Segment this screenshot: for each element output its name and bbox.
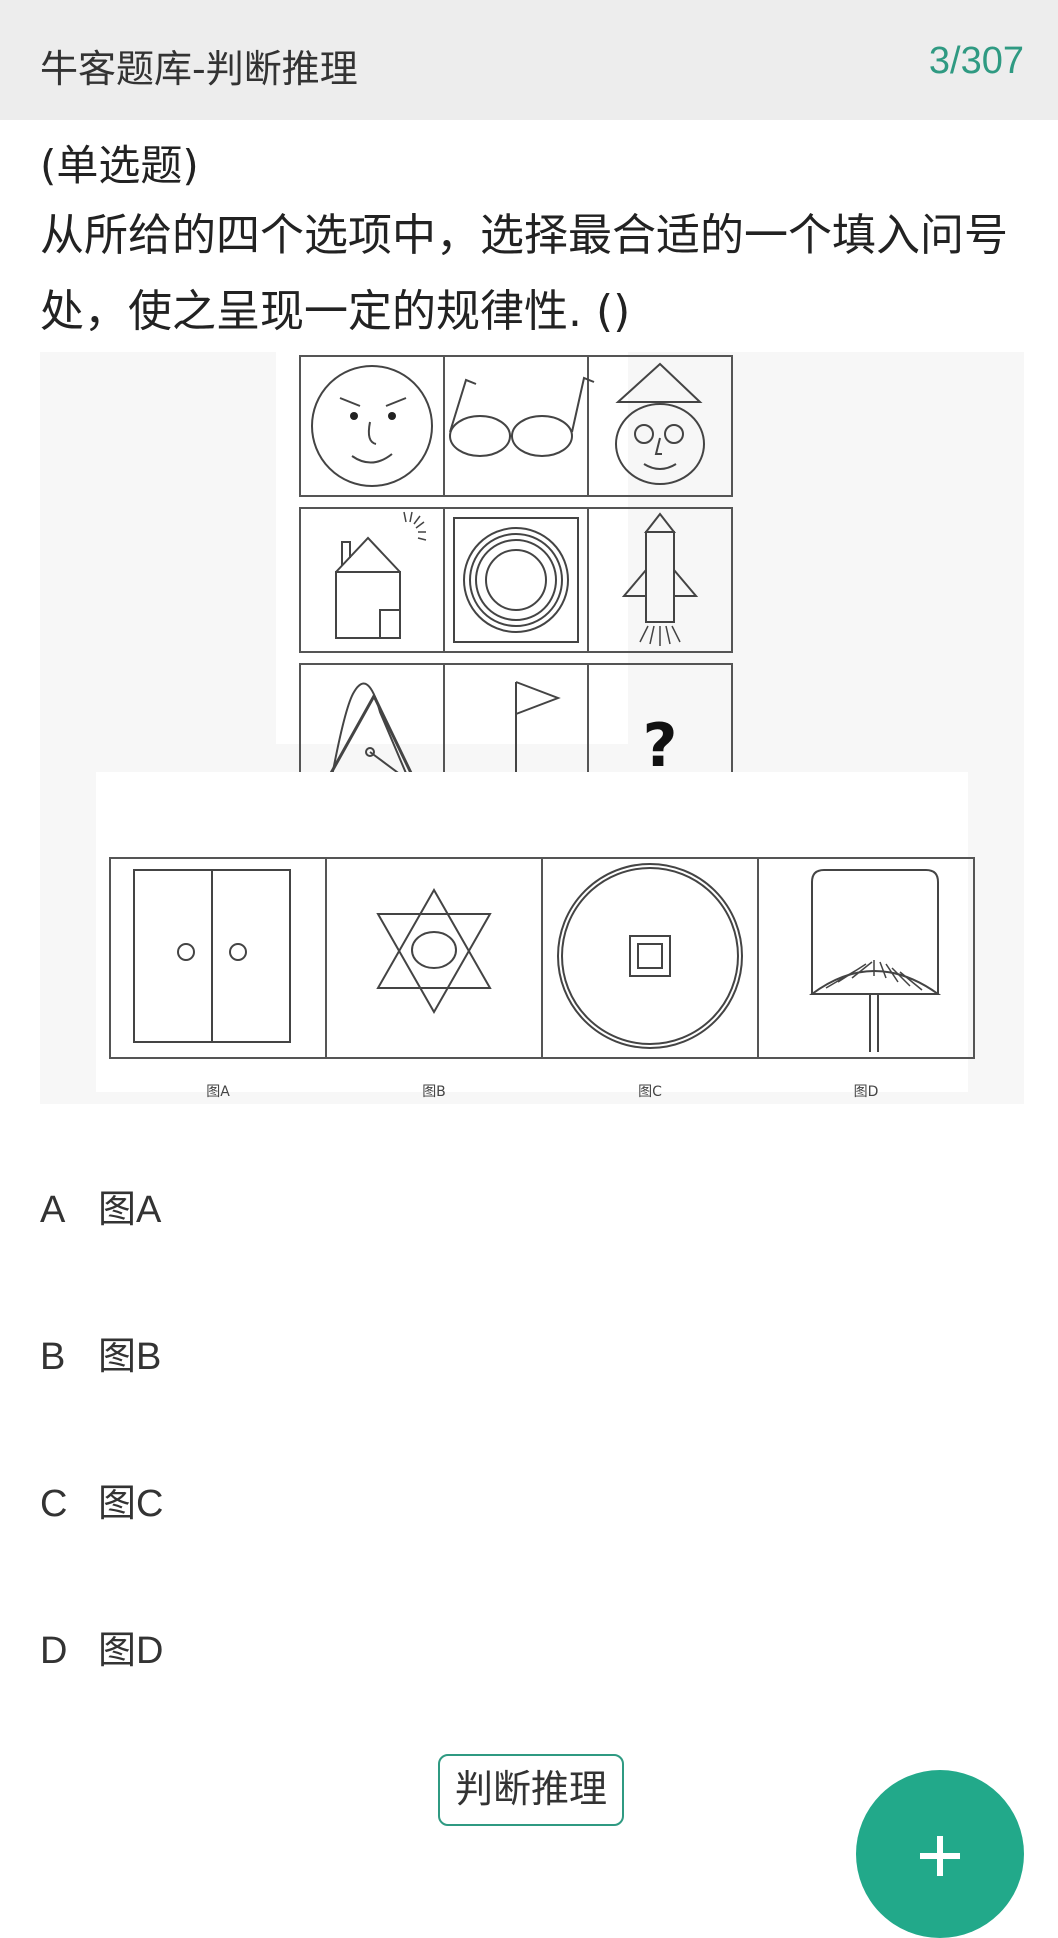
category-tag[interactable]: 判断推理 (438, 1754, 624, 1826)
question-type: (单选题) (40, 141, 199, 190)
missing-mark: ? (643, 711, 678, 781)
option-b[interactable]: B 图B (40, 1325, 161, 1380)
option-letter: D (40, 1630, 68, 1672)
add-button[interactable] (856, 1770, 1024, 1938)
option-label: 图B (98, 1336, 162, 1378)
option-letter: A (40, 1189, 66, 1231)
question-text: 从所给的四个选项中，选择最合适的一个填入问号处，使之呈现一定的规律性. () (40, 210, 1008, 337)
puzzle-figure: ? 图A 图B 图C 图D (96, 352, 975, 1100)
option-letter: B (40, 1336, 66, 1378)
option-c[interactable]: C 图C (40, 1472, 163, 1527)
option-letter: C (40, 1483, 68, 1525)
caption-b: 图B (422, 1084, 446, 1100)
page-title: 牛客题库-判断推理 (40, 47, 358, 91)
question-figure: ? 图A 图B 图C 图D (40, 352, 1024, 1104)
caption-d: 图D (854, 1084, 879, 1100)
option-label: 图A (98, 1189, 162, 1231)
caption-a: 图A (206, 1084, 230, 1100)
app-header: 牛客题库-判断推理 3/307 (0, 0, 1058, 120)
option-label: 图D (98, 1630, 164, 1672)
option-label: 图C (98, 1483, 164, 1525)
option-d[interactable]: D 图D (40, 1619, 163, 1674)
question-counter: 3/307 (928, 40, 1024, 82)
caption-c: 图C (638, 1084, 662, 1100)
option-a[interactable]: A 图A (40, 1178, 161, 1233)
